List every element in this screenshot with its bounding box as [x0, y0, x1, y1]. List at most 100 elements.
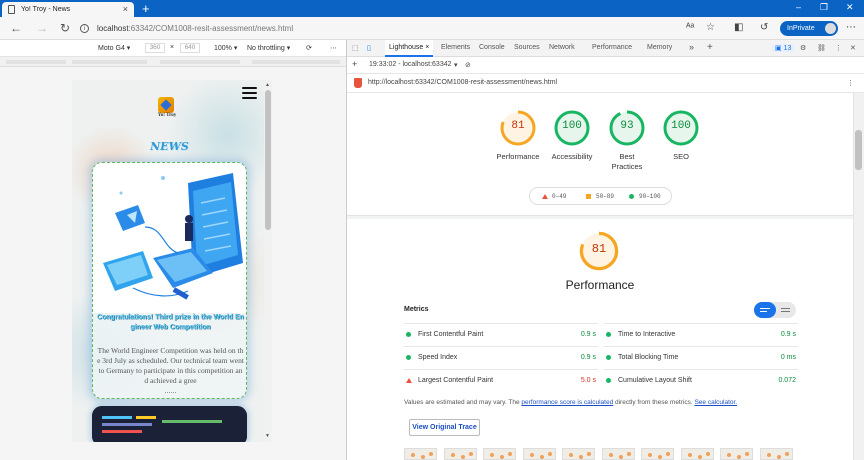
back-icon[interactable]: ←: [10, 21, 22, 35]
report-dropdown-icon[interactable]: ▾: [454, 61, 458, 69]
browser-tab[interactable]: Yo! Troy - News ×: [2, 2, 134, 17]
devtools-scrollbar-thumb[interactable]: [855, 130, 862, 170]
compact-view-icon[interactable]: [754, 302, 776, 318]
logo-title: Yo! Troy: [157, 113, 177, 118]
metric-value: 0.9 s: [580, 331, 596, 338]
clear-icon[interactable]: ⊘: [465, 61, 471, 69]
address-bar: ← → ↻ i localhost:63342/COM1008-resit-as…: [0, 17, 864, 40]
gauge-seo[interactable]: 100 SEO: [651, 108, 711, 162]
score-calculated-link[interactable]: performance score is calculated: [521, 399, 613, 406]
section-divider: [347, 215, 853, 219]
gauge-accessibility[interactable]: 100 Accessibility: [542, 108, 602, 162]
scroll-up-icon[interactable]: ▲: [265, 82, 270, 88]
metric-row[interactable]: Total Blocking Time 0 ms: [604, 346, 798, 369]
view-original-trace-button[interactable]: View Original Trace: [409, 419, 480, 436]
avatar: [825, 23, 836, 34]
inprivate-button[interactable]: InPrivate: [780, 21, 838, 36]
metric-name: Cumulative Layout Shift: [618, 377, 692, 384]
favorite-icon[interactable]: ☆: [706, 22, 715, 33]
media-seg: [252, 60, 340, 64]
gauge-score: 81: [511, 120, 525, 132]
throttling-select[interactable]: No throttling ▾: [247, 44, 290, 52]
metric-row[interactable]: Cumulative Layout Shift 0.072: [604, 369, 798, 392]
device-more-icon[interactable]: ⋯: [330, 44, 337, 52]
tab-lighthouse[interactable]: Lighthouse ×: [385, 40, 434, 57]
metric-row[interactable]: Speed Index 0.9 s: [404, 346, 598, 369]
more-tabs-icon[interactable]: »: [689, 42, 694, 52]
metric-status-icon: [606, 332, 611, 337]
metric-name: Speed Index: [418, 354, 458, 361]
settings-more-icon[interactable]: ⋯: [846, 22, 856, 33]
issues-badge[interactable]: ▣ 13: [772, 44, 795, 52]
new-report-icon[interactable]: +: [352, 59, 357, 69]
rotate-icon[interactable]: ⟳: [306, 44, 312, 52]
new-tab-button[interactable]: +: [142, 1, 150, 16]
tab-memory[interactable]: Memory: [647, 44, 672, 51]
page-icon: [8, 5, 15, 14]
tab-sources[interactable]: Sources: [514, 44, 540, 51]
zoom-select[interactable]: 100% ▾: [214, 44, 237, 52]
device-select[interactable]: Moto G4 ▾: [98, 44, 130, 52]
tab-lighthouse-label: Lighthouse: [389, 44, 424, 51]
metric-row[interactable]: Time to Interactive 0.9 s: [604, 323, 798, 346]
mobile-scrollbar-thumb[interactable]: [265, 90, 271, 230]
media-query-bar[interactable]: [0, 57, 346, 67]
close-tab-icon[interactable]: ×: [123, 4, 128, 14]
restore-icon[interactable]: ❐: [820, 2, 828, 13]
extension-icon[interactable]: ◧: [734, 22, 743, 33]
url-field[interactable]: i localhost:63342/COM1008-resit-assessme…: [80, 20, 770, 37]
filmstrip-frame: [720, 448, 753, 460]
height-input[interactable]: 640: [180, 43, 200, 53]
title-bar: Yo! Troy - News × + – ❐ ✕: [0, 0, 864, 17]
lighthouse-toolbar: + 19:33:02 - localhost:63342 ▾ ⊘: [347, 57, 864, 74]
media-seg: [72, 60, 147, 64]
filmstrip-frame: [404, 448, 437, 460]
news-card-title[interactable]: Congratulations! Third prize in the Worl…: [95, 313, 246, 333]
tab-performance[interactable]: Performance: [592, 44, 632, 51]
add-tab-button[interactable]: +: [707, 42, 713, 53]
close-window-icon[interactable]: ✕: [846, 2, 854, 13]
scroll-down-icon[interactable]: ▼: [265, 433, 270, 439]
info-icon[interactable]: i: [80, 24, 89, 33]
news-card-body: The World Engineer Competition was held …: [97, 346, 244, 385]
mobile-page[interactable]: Yo! Troy NEWS Congratulations! Third pri…: [72, 80, 266, 442]
report-selector[interactable]: 19:33:02 - localhost:63342: [369, 61, 452, 68]
tab-title: Yo! Troy - News: [21, 6, 71, 13]
metric-name: Time to Interactive: [618, 331, 676, 338]
close-lighthouse-icon[interactable]: ×: [425, 44, 429, 51]
inspect-icon[interactable]: ⬚: [352, 44, 359, 52]
media-seg: [6, 60, 66, 64]
close-devtools-icon[interactable]: ✕: [850, 44, 856, 52]
metric-row[interactable]: Largest Contentful Paint 5.0 s: [404, 369, 598, 392]
metric-status-icon: [406, 332, 411, 337]
report-menu-icon[interactable]: ⋮: [847, 79, 854, 87]
tab-console[interactable]: Console: [479, 44, 505, 51]
remote-devices-icon[interactable]: ⛓: [817, 44, 826, 52]
gauge-score: 100: [562, 120, 582, 132]
filmstrip-frame: [443, 448, 477, 460]
settings-icon[interactable]: ⚙: [800, 44, 806, 52]
width-input[interactable]: 360: [145, 43, 165, 53]
read-more-link[interactable]: ......: [93, 388, 246, 395]
metrics-view-toggle[interactable]: [754, 302, 796, 318]
forward-icon[interactable]: →: [36, 21, 48, 35]
collections-icon[interactable]: ↺: [760, 22, 768, 33]
report-url[interactable]: http://localhost:63342/COM1008-resit-ass…: [368, 79, 557, 86]
minimize-icon[interactable]: –: [796, 2, 801, 12]
news-card[interactable]: Congratulations! Third prize in the Worl…: [92, 162, 247, 399]
gauge-label: SEO: [673, 152, 689, 161]
see-calculator-link[interactable]: See calculator.: [694, 399, 737, 406]
gauge-performance[interactable]: 81 Performance: [488, 108, 548, 162]
site-logo[interactable]: [158, 97, 174, 113]
refresh-icon[interactable]: ↻: [60, 21, 70, 35]
metric-row[interactable]: First Contentful Paint 0.9 s: [404, 323, 598, 346]
gauge-label: Performance: [496, 152, 540, 161]
tab-elements[interactable]: Elements: [441, 44, 470, 51]
news-card-2[interactable]: [92, 406, 247, 442]
gauge-best-practices[interactable]: 93 Best Practices: [597, 108, 657, 172]
menu-icon[interactable]: [242, 87, 257, 99]
device-toggle-icon[interactable]: ▯: [367, 44, 371, 52]
tab-network[interactable]: Network: [549, 44, 575, 51]
read-aloud-icon[interactable]: ᴬᵃ: [686, 22, 694, 33]
devtools-more-icon[interactable]: ⋮: [835, 44, 842, 52]
